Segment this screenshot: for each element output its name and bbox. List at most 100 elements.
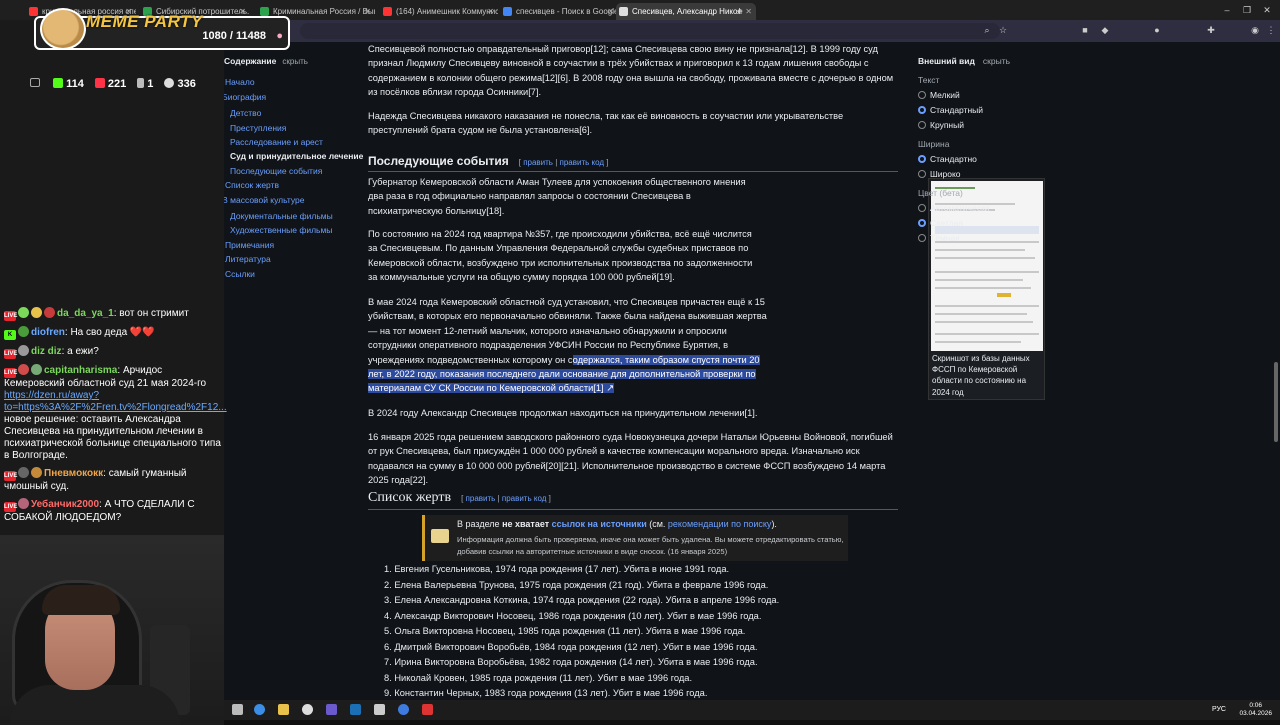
edit-code-link[interactable]: править код — [560, 158, 605, 167]
meme-party-badge: MEME PARTY 1080 / 11488 ● — [34, 8, 290, 50]
text-size-small[interactable]: Мелкий — [918, 88, 1068, 103]
toc-item-investigation[interactable]: Расследование и арест — [224, 135, 364, 149]
app-icon[interactable] — [398, 704, 409, 715]
appearance-hide-button[interactable]: скрыть — [983, 56, 1010, 66]
radio-selected-icon[interactable] — [918, 219, 926, 227]
extension-icon[interactable]: ● — [1152, 25, 1162, 35]
toc-item-literature[interactable]: Литература — [224, 252, 364, 266]
heading-victims: Список жертв[ править | править код ] — [368, 490, 551, 505]
toc-header: Содержание скрыть — [224, 56, 308, 66]
toc-item-popular-culture[interactable]: ∨В массовой культуре — [224, 193, 364, 209]
bookmark-star-icon[interactable]: ☆ — [998, 25, 1008, 35]
site-icon — [260, 7, 269, 16]
toc-item-biography[interactable]: ∨Биография — [224, 90, 364, 106]
toc-item-crimes[interactable]: Преступления — [224, 121, 364, 135]
windows-taskbar: РУС 0:06 03.04.2026 — [224, 700, 1280, 720]
extension-icon[interactable]: ■ — [1080, 25, 1090, 35]
close-tab-icon[interactable]: ✕ — [364, 3, 371, 20]
paragraph-nadezhda: Надежда Спесивцева никакого наказания не… — [368, 111, 844, 136]
toc-item-trial[interactable]: Суд и принудительное лечение — [224, 149, 364, 163]
maximize-icon[interactable]: ❐ — [1242, 5, 1252, 15]
radio-icon[interactable] — [918, 91, 926, 99]
toc-item-victims[interactable]: Список жертв — [224, 178, 364, 192]
app-icon[interactable] — [326, 704, 337, 715]
language-indicator[interactable]: РУС — [1212, 706, 1226, 713]
avatar — [18, 326, 29, 337]
width-standard[interactable]: Стандартно — [918, 152, 1068, 167]
radio-icon[interactable] — [918, 204, 926, 212]
paragraph-tuleev: Губернатор Кемеровской области Аман Туле… — [368, 177, 746, 216]
steam-icon[interactable] — [350, 704, 361, 715]
files-icon[interactable] — [232, 704, 243, 715]
obs-icon[interactable] — [422, 704, 433, 715]
color-light[interactable]: Светлая — [918, 216, 1068, 231]
edit-link[interactable]: править — [523, 158, 553, 167]
color-auto[interactable]: Автоматически — [918, 201, 1068, 216]
toc-item-notes[interactable]: Примечания — [224, 238, 364, 252]
table-of-contents: Содержаниескрыть Начало ∨Биография Детст… — [224, 54, 364, 281]
toc-item-start[interactable]: Начало — [224, 75, 364, 89]
width-wide[interactable]: Широко — [918, 167, 1068, 182]
edit-code-link[interactable]: править код — [502, 494, 547, 503]
list-item: 4. Александр Викторович Носовец, 1986 го… — [384, 610, 762, 621]
kick-icon — [53, 78, 64, 88]
extensions-puzzle-icon[interactable]: ✚ — [1206, 25, 1216, 35]
close-window-icon[interactable]: ✕ — [1262, 5, 1272, 15]
webcam-feed — [0, 535, 224, 725]
vk-live-icon: LIVE — [4, 349, 18, 359]
vk-live-icon: LIVE — [4, 502, 18, 512]
radio-icon[interactable] — [918, 234, 926, 242]
url-field[interactable] — [300, 23, 1000, 39]
radio-icon[interactable] — [918, 121, 926, 129]
badge-icon — [31, 467, 42, 478]
tab-animeshnik[interactable]: (164) Анимешник Коммунист ✕ — [380, 3, 498, 20]
close-tab-icon[interactable]: ✕ — [487, 3, 494, 20]
zoom-icon[interactable]: ⌕ — [982, 25, 992, 35]
streamer-hair — [42, 585, 120, 615]
list-item: 7. Ирина Викторовна Воробьёва, 1982 года… — [384, 657, 758, 667]
clock[interactable]: 0:06 03.04.2026 — [1239, 702, 1272, 718]
page-scrollbar[interactable] — [1274, 362, 1278, 442]
chat-link[interactable]: https://dzen.ru/away?to=https%3A%2F%2Fre… — [4, 390, 227, 413]
pig-icon: ● — [276, 30, 283, 42]
color-dark[interactable]: Тёмная — [918, 231, 1068, 246]
text-size-standard[interactable]: Стандартный — [918, 103, 1068, 118]
text-size-large[interactable]: Крупный — [918, 118, 1068, 133]
tab-wikipedia-spesivtsev[interactable]: Спесивцев, Александр Никол ✕ — [616, 3, 756, 20]
minimize-icon[interactable]: – — [1222, 5, 1232, 15]
folder-icon[interactable] — [278, 704, 289, 715]
list-item: 6. Дмитрий Викторович Воробьёв, 1984 год… — [384, 641, 758, 652]
radio-selected-icon[interactable] — [918, 155, 926, 163]
book-icon — [431, 529, 449, 543]
chrome-icon[interactable] — [302, 704, 313, 715]
edge-icon[interactable] — [254, 704, 265, 715]
toc-item-subsequent[interactable]: Последующие события — [224, 164, 364, 178]
radio-selected-icon[interactable] — [918, 106, 926, 114]
tab-google-search[interactable]: спесивцев - Поиск в Google ✕ — [500, 3, 618, 20]
search-guidelines-link[interactable]: рекомендации по поиску — [668, 519, 772, 529]
radio-icon[interactable] — [918, 170, 926, 178]
total-viewers: 336 — [164, 78, 196, 90]
new-tab-button[interactable]: + — [736, 3, 750, 20]
figure-caption: Скриншот из базы данных ФССП по Кемеровс… — [932, 354, 1030, 397]
profile-icon[interactable]: ◉ — [1250, 25, 1260, 35]
wikipedia-page: Содержаниескрыть Начало ∨Биография Детст… — [224, 42, 1280, 700]
toc-hide-button[interactable]: скрыть — [282, 57, 308, 66]
sources-link[interactable]: ссылок на источники — [552, 519, 647, 529]
chat-message: LIVE Уебанчик2000: А ЧТО СДЕЛАЛИ С СОБАКО… — [4, 498, 195, 523]
toc-item-documentaries[interactable]: Документальные фильмы — [224, 209, 364, 223]
extension-icon[interactable]: ◆ — [1100, 25, 1110, 35]
menu-icon[interactable]: ⋮ — [1266, 25, 1276, 35]
avatar — [31, 364, 42, 375]
stream-chat: LIVE da_da_ya_1: вот он стримит Kdiofren:… — [4, 307, 227, 529]
notice-title: В разделе не хватает ссылок на источники… — [457, 519, 777, 529]
toc-item-childhood[interactable]: Детство — [224, 106, 364, 120]
close-tab-icon[interactable]: ✕ — [607, 3, 614, 20]
toc-item-links[interactable]: Ссылки — [224, 267, 364, 281]
toc-item-feature-films[interactable]: Художественные фильмы — [224, 223, 364, 237]
notepad-icon[interactable] — [374, 704, 385, 715]
avatar — [18, 467, 29, 478]
wikipedia-icon — [619, 7, 628, 16]
edit-link[interactable]: править — [466, 494, 496, 503]
list-item: 2. Елена Валерьевна Трунова, 1975 года р… — [384, 579, 769, 590]
